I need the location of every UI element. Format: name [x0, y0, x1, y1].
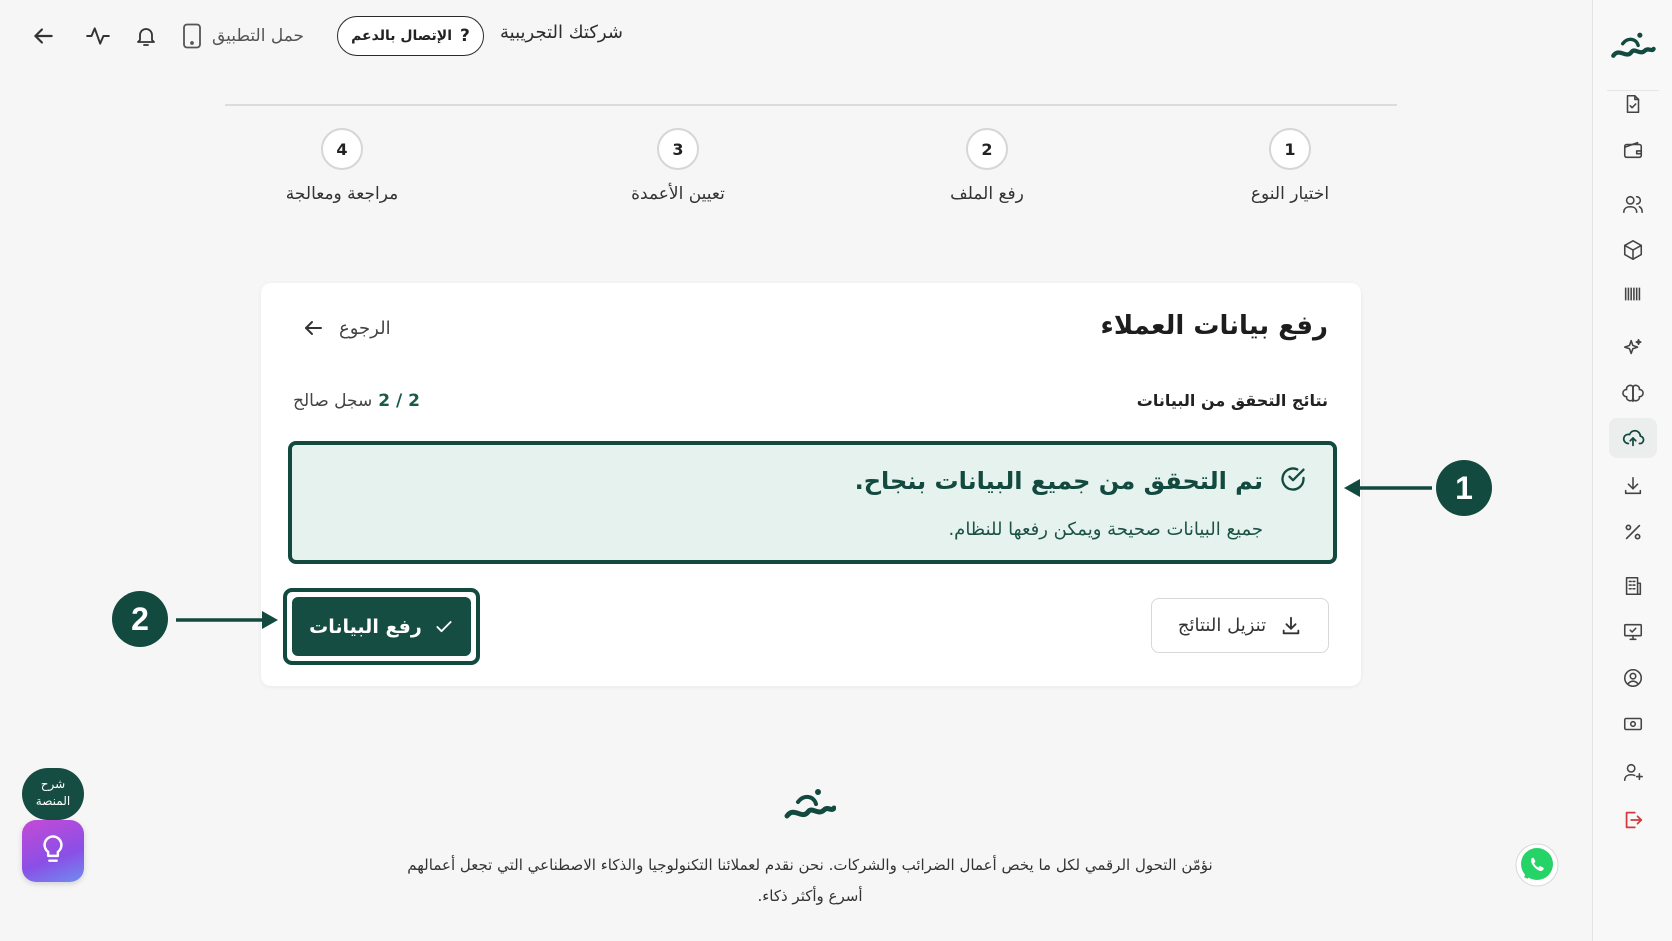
sidebar-item-wallet[interactable] [1609, 130, 1657, 170]
step-number: 1 [1269, 128, 1311, 170]
brand-logo[interactable] [1593, 22, 1672, 74]
money-icon [1623, 717, 1643, 731]
sidebar-item-intelligence[interactable] [1609, 374, 1657, 414]
page-title: رفع بيانات العملاء [1100, 311, 1328, 341]
alert-title: تم التحقق من جميع البيانات بنجاح. [854, 467, 1263, 495]
sidebar-item-company[interactable] [1609, 566, 1657, 606]
back-link[interactable]: الرجوع [301, 316, 391, 340]
users-icon [1623, 195, 1643, 214]
sparkles-icon [1623, 338, 1642, 355]
step-label: رفع الملف [950, 184, 1024, 204]
building-icon [1625, 576, 1642, 596]
sidebar-item-payments[interactable] [1609, 704, 1657, 744]
footer-logo [784, 789, 836, 819]
user-plus-icon [1623, 763, 1643, 782]
logout-icon [1625, 811, 1643, 829]
valid-records-count: 2 / 2 [378, 391, 420, 411]
phone-icon [182, 23, 202, 49]
annotation-arrow-1 [1344, 479, 1432, 497]
step-number: 4 [321, 128, 363, 170]
top-bar: حمل التطبيق الإتصال بالدعم ? شركتك التجر… [0, 0, 1592, 70]
annotation-marker-1: 1 [1436, 460, 1492, 516]
sidebar-item-profile[interactable] [1609, 658, 1657, 698]
wallet-icon [1623, 141, 1643, 159]
download-icon [1624, 476, 1642, 495]
step-1: 1 اختيار النوع [1170, 128, 1410, 204]
file-check-icon [1626, 94, 1640, 114]
stepper-track [225, 104, 1397, 106]
upload-data-label: رفع البيانات [309, 615, 422, 638]
check-icon [434, 617, 454, 637]
upload-button-highlight: رفع البيانات [283, 588, 480, 665]
step-3: 3 تعيين الأعمدة [558, 128, 798, 204]
sidebar [1592, 0, 1672, 941]
sidebar-item-invoices[interactable] [1609, 84, 1657, 124]
support-label: الإتصال بالدعم [351, 28, 453, 44]
arrow-left-icon [301, 316, 325, 340]
download-results-button[interactable]: تنزيل النتائج [1151, 598, 1329, 653]
back-label: الرجوع [339, 317, 391, 339]
sidebar-item-logout[interactable] [1609, 800, 1657, 840]
check-circle-icon [1279, 465, 1307, 493]
whatsapp-icon[interactable] [1514, 842, 1560, 888]
download-results-label: تنزيل النتائج [1177, 615, 1267, 636]
success-alert: تم التحقق من جميع البيانات بنجاح. جميع ا… [288, 441, 1337, 564]
download-icon [1280, 615, 1302, 637]
valid-records-label: سجل صالح [293, 391, 373, 411]
step-label: مراجعة ومعالجة [285, 184, 399, 204]
footer-tagline-line1: نؤمّن التحول الرقمي لكل ما يخص أعمال الض… [407, 856, 1213, 874]
download-app-link[interactable]: حمل التطبيق [182, 20, 304, 52]
step-4: 4 مراجعة ومعالجة [222, 128, 462, 204]
sidebar-item-pos[interactable] [1609, 612, 1657, 652]
sidebar-item-products[interactable] [1609, 230, 1657, 270]
lightbulb-icon [38, 834, 68, 868]
valid-records: سجل صالح 2 / 2 [293, 391, 420, 411]
step-number: 3 [657, 128, 699, 170]
sidebar-item-tax[interactable] [1609, 512, 1657, 552]
pulse-icon[interactable] [82, 20, 114, 52]
step-2: 2 رفع الملف [867, 128, 1107, 204]
step-label: اختيار النوع [1250, 184, 1330, 204]
user-circle-icon [1623, 668, 1643, 688]
footer-tagline-line2: أسرع وأكثر ذكاء. [757, 887, 863, 905]
question-icon: ? [460, 26, 470, 46]
percent-icon [1625, 524, 1641, 540]
support-button[interactable]: الإتصال بالدعم ? [337, 16, 484, 56]
annotation-marker-2: 2 [112, 591, 168, 647]
help-button[interactable] [22, 820, 84, 882]
section-label: نتائج التحقق من البيانات [1136, 391, 1328, 410]
back-arrow-icon[interactable] [26, 20, 60, 52]
annotation-arrow-2 [176, 611, 278, 629]
sidebar-item-barcode[interactable] [1609, 274, 1657, 314]
sidebar-item-download[interactable] [1609, 466, 1657, 506]
barcode-icon [1624, 287, 1641, 301]
sidebar-item-customers[interactable] [1609, 184, 1657, 224]
sidebar-item-ai[interactable] [1609, 328, 1657, 368]
platform-guide-pill[interactable]: شرح المنصة [22, 768, 84, 820]
monitor-icon [1623, 623, 1643, 641]
brain-icon [1622, 384, 1644, 403]
step-label: تعيين الأعمدة [631, 184, 725, 204]
sidebar-item-upload[interactable] [1609, 418, 1657, 458]
cloud-upload-icon [1622, 429, 1645, 447]
upload-data-button[interactable]: رفع البيانات [292, 597, 471, 656]
sidebar-item-add-user[interactable] [1609, 752, 1657, 792]
alert-message: جميع البيانات صحيحة ويمكن رفعها للنظام. [948, 519, 1263, 540]
download-app-label: حمل التطبيق [212, 26, 305, 46]
step-number: 2 [966, 128, 1008, 170]
bell-icon[interactable] [130, 20, 162, 52]
company-name[interactable]: شركتك التجريبية [500, 22, 623, 43]
upload-card: رفع بيانات العملاء الرجوع نتائج التحقق م… [261, 283, 1361, 686]
box-icon [1623, 240, 1643, 260]
